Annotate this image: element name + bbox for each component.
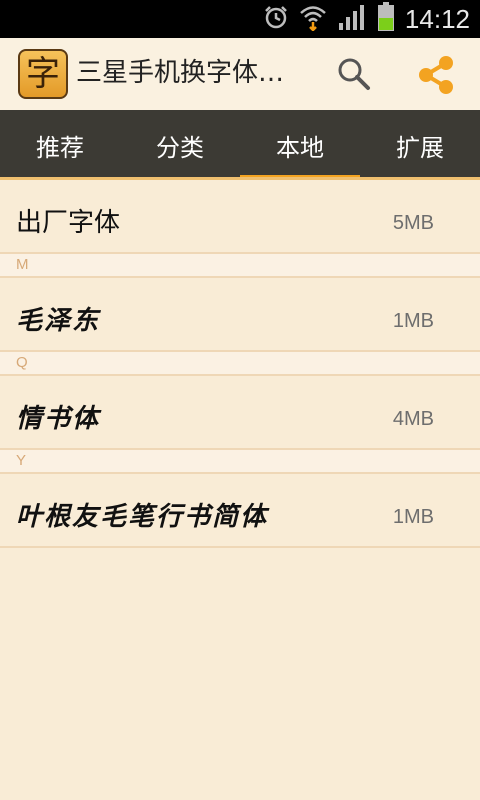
tab-bar: 推荐 分类 本地 扩展 (0, 110, 480, 180)
wifi-icon (299, 3, 327, 35)
app-bar: 字 三星手机换字体… (0, 38, 480, 110)
tab-extensions[interactable]: 扩展 (360, 110, 480, 180)
tab-label: 本地 (276, 133, 324, 162)
app-logo-icon[interactable]: 字 (18, 49, 68, 99)
section-header-q: Q (0, 352, 480, 376)
tab-label: 扩展 (396, 133, 444, 162)
font-row-qingshuti[interactable]: 情书体 4MB (0, 376, 480, 450)
tab-local[interactable]: 本地 (240, 110, 360, 180)
status-time: 14:12 (404, 3, 470, 34)
share-icon (414, 56, 458, 100)
font-list: 出厂字体 5MB M 毛泽东 1MB Q 情书体 4MB Y 叶根友毛笔行书简体… (0, 180, 480, 548)
font-name: 叶根友毛笔行书简体 (16, 502, 269, 532)
font-size: 5MB (392, 212, 434, 234)
section-letter: M (16, 256, 29, 273)
signal-icon (337, 3, 367, 35)
battery-icon (377, 2, 395, 36)
search-icon (334, 58, 374, 98)
tab-label: 分类 (156, 133, 204, 162)
app-logo-glyph: 字 (26, 54, 60, 94)
font-row-maozedong[interactable]: 毛泽东 1MB (0, 278, 480, 352)
section-header-y: Y (0, 450, 480, 474)
font-row-factory[interactable]: 出厂字体 5MB (0, 180, 480, 254)
share-button[interactable] (414, 54, 458, 96)
status-bar: 14:12 (0, 0, 480, 38)
alarm-icon (263, 4, 289, 34)
font-size: 4MB (392, 408, 434, 430)
tab-label: 推荐 (36, 133, 84, 162)
font-name: 毛泽东 (16, 306, 101, 336)
section-letter: Y (16, 452, 27, 469)
tab-categories[interactable]: 分类 (120, 110, 240, 180)
search-button[interactable] (334, 54, 374, 94)
font-name: 情书体 (16, 404, 101, 434)
tab-recommended[interactable]: 推荐 (0, 110, 120, 180)
font-size: 1MB (392, 506, 434, 528)
font-size: 1MB (392, 310, 434, 332)
section-letter: Q (16, 354, 28, 371)
font-row-yegenyou[interactable]: 叶根友毛笔行书简体 1MB (0, 474, 480, 548)
section-header-m: M (0, 254, 480, 278)
font-name: 出厂字体 (16, 208, 121, 238)
app-title: 三星手机换字体… (76, 58, 285, 88)
